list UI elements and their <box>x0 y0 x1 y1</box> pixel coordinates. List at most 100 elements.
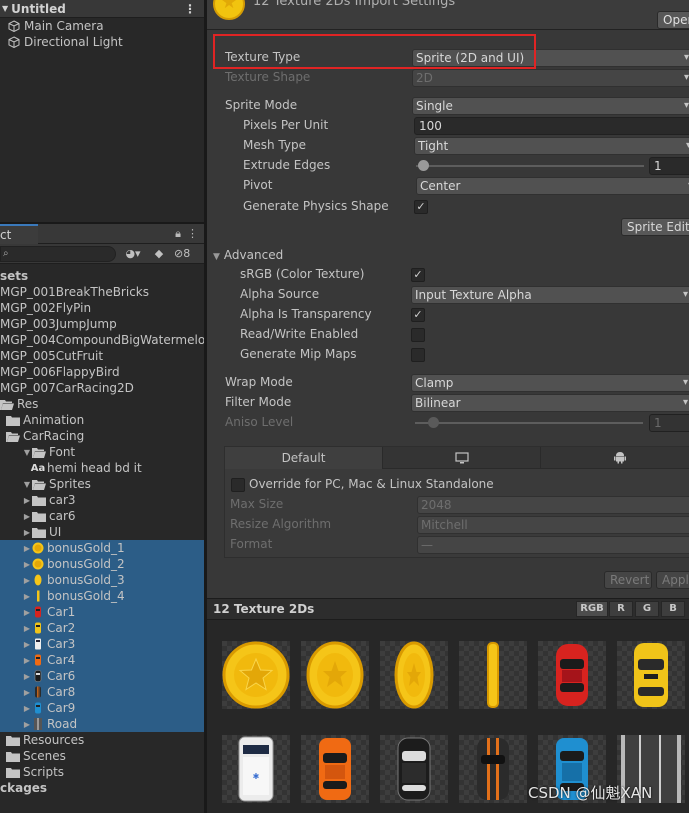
chevron-right-icon[interactable]: ▶ <box>22 496 32 505</box>
sprite-thumbnail[interactable] <box>459 641 527 709</box>
chevron-right-icon[interactable]: ▶ <box>22 656 32 665</box>
lock-icon[interactable]: 🔒︎ <box>175 227 181 241</box>
project-tree-item[interactable]: ▼ Sprites <box>0 476 204 492</box>
project-tree-item[interactable]: ▶ bonusGold_1 <box>0 540 204 556</box>
open-button[interactable]: Open <box>657 11 689 29</box>
project-tree-item[interactable]: MGP_004CompoundBigWatermelon <box>0 332 204 348</box>
project-tree-item[interactable]: ▶ bonusGold_2 <box>0 556 204 572</box>
sprite-thumbnail[interactable] <box>380 641 448 709</box>
project-tree-item[interactable]: ▶ Car8 <box>0 684 204 700</box>
wrap-mode-dropdown[interactable]: Clamp <box>411 374 689 392</box>
sprite-thumbnail[interactable] <box>222 641 290 709</box>
project-tree-item[interactable]: CarRacing <box>0 428 204 444</box>
project-tree-item[interactable]: Scenes <box>0 748 204 764</box>
chevron-right-icon[interactable]: ▶ <box>22 544 32 553</box>
chevron-right-icon[interactable]: ▶ <box>22 624 32 633</box>
filter-by-label-icon[interactable]: ◆ <box>150 247 168 261</box>
chevron-right-icon[interactable]: ▶ <box>22 688 32 697</box>
chevron-right-icon[interactable]: ▶ <box>22 720 32 729</box>
sprite-thumbnail[interactable] <box>380 735 448 803</box>
chevron-right-icon[interactable]: ▶ <box>22 704 32 713</box>
channel-r-button[interactable]: R <box>609 601 633 617</box>
tab-project[interactable]: ct <box>0 224 38 244</box>
chevron-right-icon[interactable]: ▶ <box>22 640 32 649</box>
sprite-thumbnail[interactable] <box>459 735 527 803</box>
kebab-menu-icon[interactable]: ⋮ <box>187 227 198 241</box>
slider-handle[interactable] <box>418 160 430 171</box>
channel-rgb-button[interactable]: RGB <box>576 601 608 617</box>
project-tree-item[interactable]: sets <box>0 268 204 284</box>
chevron-down-icon[interactable]: ▼ <box>22 448 32 457</box>
project-tree-item[interactable]: ▶ Car1 <box>0 604 204 620</box>
project-tree-item[interactable]: ckages <box>0 780 204 796</box>
project-tree-item[interactable]: ▶ Car3 <box>0 636 204 652</box>
channel-g-button[interactable]: G <box>635 601 659 617</box>
chevron-right-icon[interactable]: ▶ <box>22 592 32 601</box>
project-tree-item[interactable]: ▼ Font <box>0 444 204 460</box>
project-tree-item[interactable]: ▶ car6 <box>0 508 204 524</box>
project-tree-item[interactable]: Resources <box>0 732 204 748</box>
sprite-editor-button[interactable]: Sprite Editor <box>621 218 689 236</box>
sprite-thumbnail[interactable] <box>538 641 606 709</box>
project-tree-item[interactable]: ▶ Car2 <box>0 620 204 636</box>
project-tree-item[interactable]: ▶ bonusGold_3 <box>0 572 204 588</box>
project-tree-item[interactable]: ▶ Car9 <box>0 700 204 716</box>
project-tree-item[interactable]: ▶ car3 <box>0 492 204 508</box>
apply-button[interactable]: Apply <box>656 571 689 589</box>
project-tree-item[interactable]: MGP_001BreakTheBricks <box>0 284 204 300</box>
revert-button[interactable]: Revert <box>604 571 652 589</box>
project-tree-item[interactable]: ▶ Car6 <box>0 668 204 684</box>
project-tree-item[interactable]: Animation <box>0 412 204 428</box>
tab-standalone[interactable] <box>383 447 541 469</box>
override-checkbox[interactable] <box>231 478 245 492</box>
project-tree-item[interactable]: MGP_005CutFruit <box>0 348 204 364</box>
project-tree-item[interactable]: MGP_003JumpJump <box>0 316 204 332</box>
pixels-per-unit-field[interactable]: 100 <box>414 117 689 135</box>
chevron-right-icon[interactable]: ▶ <box>22 672 32 681</box>
filter-by-type-icon[interactable]: ◕▾ <box>124 247 142 261</box>
mesh-type-dropdown[interactable]: Tight <box>414 137 689 155</box>
project-tree-item[interactable]: MGP_007CarRacing2D <box>0 380 204 396</box>
alpha-source-dropdown[interactable]: Input Texture Alpha <box>411 286 689 304</box>
project-tree-item[interactable]: ▶ UI <box>0 524 204 540</box>
hierarchy-item[interactable]: Directional Light <box>0 34 204 50</box>
project-tree-item[interactable]: MGP_002FlyPin <box>0 300 204 316</box>
extrude-edges-slider[interactable] <box>412 157 644 175</box>
chevron-right-icon[interactable]: ▶ <box>22 560 32 569</box>
project-tree-item[interactable]: Scripts <box>0 764 204 780</box>
advanced-foldout[interactable]: ▼ Advanced <box>213 248 283 262</box>
channel-b-button[interactable]: B <box>661 601 685 617</box>
project-tree-item[interactable]: ▶ bonusGold_4 <box>0 588 204 604</box>
project-tree-item[interactable]: Res <box>0 396 204 412</box>
sprite-thumbnail[interactable] <box>617 641 685 709</box>
read-write-checkbox[interactable] <box>411 328 425 342</box>
project-tree-item[interactable]: Aa hemi head bd it <box>0 460 204 476</box>
sprite-thumbnail[interactable] <box>301 641 369 709</box>
chevron-right-icon[interactable]: ▶ <box>22 608 32 617</box>
project-tree-item[interactable]: ▶ Road <box>0 716 204 732</box>
tab-default[interactable]: Default <box>225 447 383 469</box>
scene-header[interactable]: ▼ Untitled ⋮ <box>0 0 204 18</box>
chevron-right-icon[interactable]: ▶ <box>22 576 32 585</box>
filter-mode-dropdown[interactable]: Bilinear <box>411 394 689 412</box>
search-input[interactable]: ⌕ <box>0 245 116 262</box>
scene-arrow-icon[interactable]: ▼ <box>2 4 8 13</box>
chevron-right-icon[interactable]: ▶ <box>22 528 32 537</box>
sprite-mode-dropdown[interactable]: Single <box>412 97 689 115</box>
gen-physics-checkbox[interactable]: ✓ <box>414 200 428 214</box>
tab-android[interactable] <box>541 447 689 469</box>
alpha-transparency-checkbox[interactable]: ✓ <box>411 308 425 322</box>
chevron-right-icon[interactable]: ▶ <box>22 512 32 521</box>
hidden-packages-toggle[interactable]: ⊘8 <box>174 247 190 260</box>
sprite-thumbnail[interactable]: ✱ <box>222 735 290 803</box>
srgb-checkbox[interactable]: ✓ <box>411 268 425 282</box>
pivot-dropdown[interactable]: Center <box>416 177 689 195</box>
mip-maps-checkbox[interactable] <box>411 348 425 362</box>
kebab-menu-icon[interactable]: ⋮ <box>184 2 196 16</box>
project-tree-item[interactable]: ▶ Car4 <box>0 652 204 668</box>
sprite-thumbnail[interactable] <box>301 735 369 803</box>
chevron-down-icon[interactable]: ▼ <box>22 480 32 489</box>
hierarchy-item[interactable]: Main Camera <box>0 18 204 34</box>
project-tree-item[interactable]: MGP_006FlappyBird <box>0 364 204 380</box>
extrude-edges-field[interactable]: 1 <box>649 157 689 175</box>
